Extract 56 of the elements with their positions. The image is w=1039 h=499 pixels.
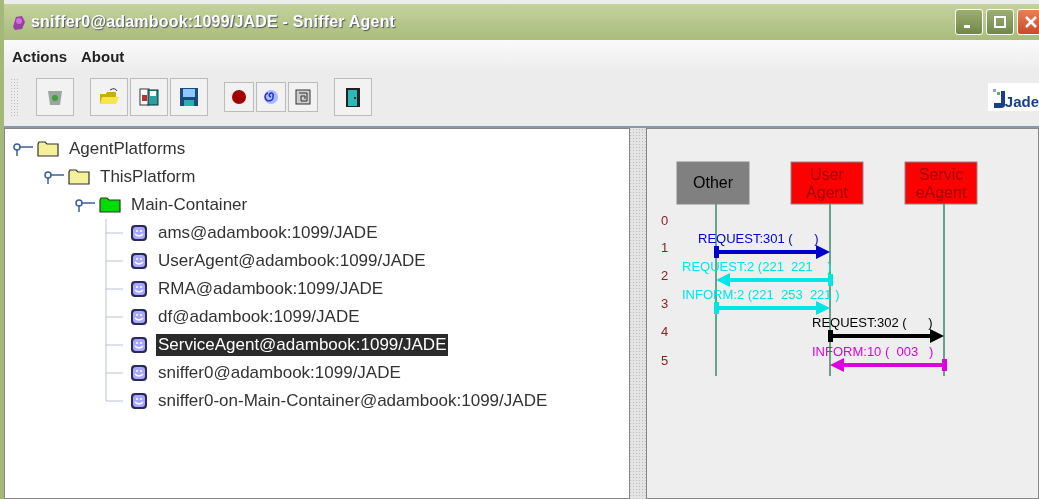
agent-box: Servic eAgent [904, 161, 978, 205]
logo-icon [991, 87, 1006, 109]
tree-connector [105, 247, 123, 275]
trash-button[interactable] [36, 78, 74, 116]
menu-item[interactable]: About [81, 47, 125, 65]
expand-handle-icon[interactable] [42, 170, 66, 184]
logo-text: Jade [1004, 94, 1039, 109]
document-disk-icon [138, 86, 160, 108]
square-spiral-button[interactable] [288, 82, 318, 112]
close-icon [1025, 16, 1037, 28]
tree-connector [105, 275, 123, 303]
agent-box: Other [676, 161, 750, 205]
tree-item[interactable]: RMA@adambook:1099/JADE [156, 278, 386, 300]
menu-item[interactable]: Actions [12, 47, 67, 65]
square-spiral-icon [292, 86, 314, 108]
window-title: sniffer0@adambook:1099/JADE - Sniffer Agent [31, 13, 396, 31]
floppy-icon [178, 86, 200, 108]
tree-item[interactable]: ThisPlatform [98, 166, 198, 188]
smiley-icon [130, 392, 148, 410]
tree-item[interactable]: ams@adambook:1099/JADE [156, 222, 380, 244]
row-number: 4 [661, 324, 669, 339]
tree-item[interactable]: df@adambook:1099/JADE [156, 306, 362, 328]
row-number: 5 [661, 353, 669, 368]
minimize-button[interactable] [955, 9, 983, 35]
tree-connector [105, 331, 123, 359]
row-number: 0 [661, 213, 669, 228]
tree-item[interactable]: AgentPlatforms [67, 138, 188, 160]
row-number: 3 [661, 296, 669, 311]
row-number: 1 [661, 240, 669, 255]
door-button[interactable] [334, 78, 372, 116]
smiley-icon [130, 224, 148, 242]
tree-connector [105, 219, 123, 247]
tree-connector [105, 303, 123, 331]
tree-item[interactable]: UserAgent@adambook:1099/JADE [156, 250, 428, 272]
expand-handle-icon[interactable] [11, 142, 35, 156]
smiley-icon [130, 364, 148, 382]
smiley-icon [130, 308, 148, 326]
tree-item[interactable]: ServiceAgent@adambook:1099/JADE [156, 334, 449, 356]
minimize-icon [964, 24, 970, 28]
tree-item[interactable]: sniffer0-on-Main-Container@adambook:1099/JADE [156, 390, 550, 412]
tree-item[interactable]: sniffer0@adambook:1099/JADE [156, 362, 403, 384]
expand-handle-icon[interactable] [73, 198, 97, 212]
floppy-button[interactable] [170, 78, 208, 116]
tree-item[interactable]: Main-Container [129, 194, 250, 216]
spiral-button[interactable] [256, 82, 286, 112]
smiley-icon [130, 280, 148, 298]
agent-box: User Agent [790, 161, 864, 205]
maximize-icon [994, 16, 1006, 28]
row-number: 2 [661, 268, 669, 283]
close-button[interactable] [1017, 9, 1039, 35]
document-disk-button[interactable] [130, 78, 168, 116]
record-button[interactable] [224, 82, 254, 112]
smiley-icon [130, 252, 148, 270]
maximize-button[interactable] [986, 9, 1014, 35]
sniffer-icon [10, 13, 28, 31]
smiley-icon [130, 336, 148, 354]
